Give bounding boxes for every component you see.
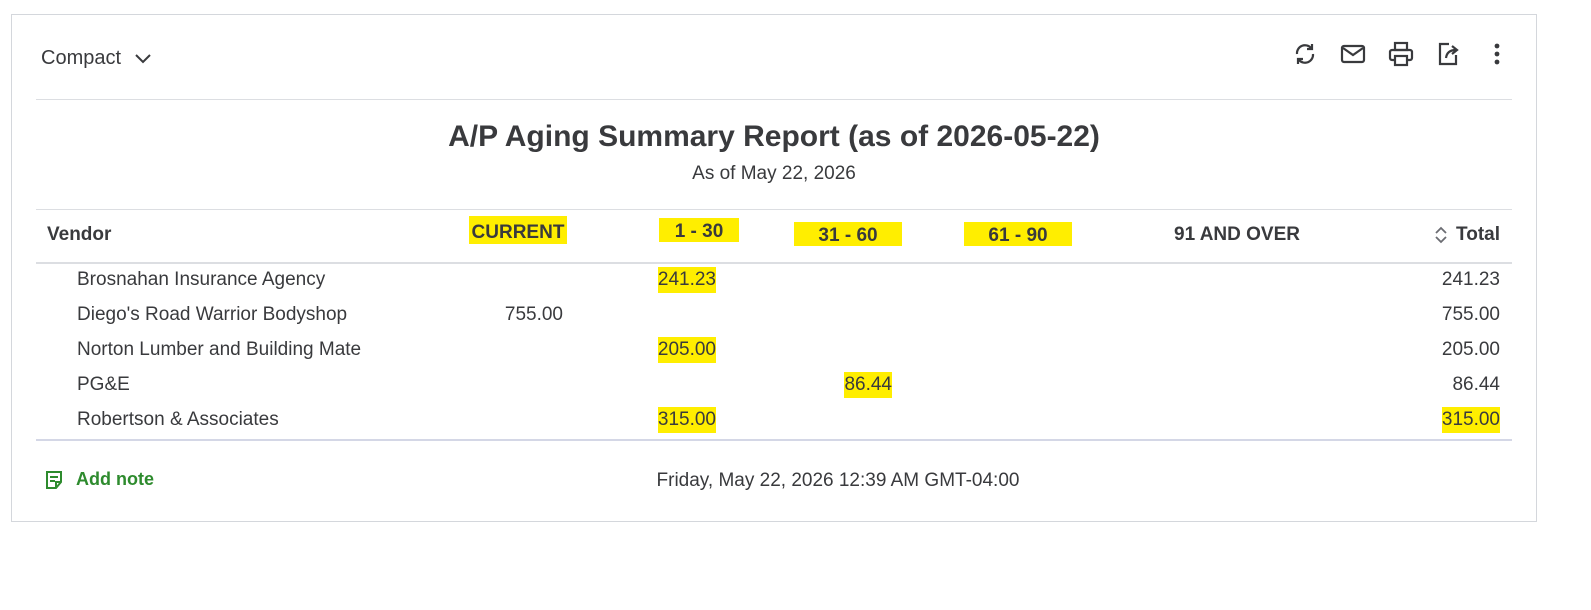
view-select-label: Compact xyxy=(41,46,122,69)
amount-1-30-cell[interactable]: 241.23 xyxy=(657,267,716,293)
report-toolbar: Compact xyxy=(12,15,1536,99)
report-title: A/P Aging Summary Report (as of 2026-05-… xyxy=(448,120,1100,153)
table-bottom-rule xyxy=(36,439,1512,441)
column-header-current[interactable]: CURRENT xyxy=(469,216,567,244)
column-header-91-and-over[interactable]: 91 AND OVER xyxy=(1174,222,1300,248)
column-header-total[interactable]: Total xyxy=(1434,222,1500,248)
amount-31-60-cell[interactable]: 86.44 xyxy=(844,372,892,398)
view-select-dropdown[interactable]: Compact xyxy=(41,44,153,72)
print-icon[interactable] xyxy=(1388,41,1414,67)
vendor-cell[interactable]: Brosnahan Insurance Agency xyxy=(77,267,325,293)
amount-1-30-cell[interactable]: 205.00 xyxy=(657,337,716,363)
vendor-cell[interactable]: Norton Lumber and Building Mate xyxy=(77,337,361,363)
report-card: Compact A/P Aging Summary Report (as of … xyxy=(11,14,1537,522)
vendor-cell[interactable]: Diego's Road Warrior Bodyshop xyxy=(77,302,347,328)
chevron-down-icon xyxy=(135,54,151,64)
table-row[interactable]: Brosnahan Insurance Agency 241.23 241.23 xyxy=(36,263,1512,298)
amount-total-cell[interactable]: 241.23 xyxy=(1442,267,1500,293)
amount-total-cell[interactable]: 315.00 xyxy=(1441,407,1500,433)
table-header: Vendor CURRENT 1 - 30 31 - 60 61 - 90 91… xyxy=(36,210,1512,264)
amount-total-cell[interactable]: 205.00 xyxy=(1442,337,1500,363)
column-header-vendor[interactable]: Vendor xyxy=(47,222,111,248)
report-subtitle: As of May 22, 2026 xyxy=(692,163,856,184)
amount-total-cell[interactable]: 86.44 xyxy=(1452,372,1500,398)
toolbar-actions xyxy=(1292,41,1510,67)
column-header-1-30[interactable]: 1 - 30 xyxy=(659,218,739,242)
more-icon[interactable] xyxy=(1484,41,1510,67)
column-header-31-60[interactable]: 31 - 60 xyxy=(794,222,902,246)
refresh-icon[interactable] xyxy=(1292,41,1318,67)
table-row[interactable]: Norton Lumber and Building Mate 205.00 2… xyxy=(36,333,1512,368)
table-row[interactable]: Robertson & Associates 315.00 315.00 xyxy=(36,403,1512,438)
toolbar-divider xyxy=(36,99,1512,100)
vendor-cell[interactable]: PG&E xyxy=(77,372,130,398)
table-row[interactable]: PG&E 86.44 86.44 xyxy=(36,368,1512,403)
column-header-61-90[interactable]: 61 - 90 xyxy=(964,222,1072,246)
export-icon[interactable] xyxy=(1436,41,1462,67)
amount-total-cell[interactable]: 755.00 xyxy=(1442,302,1500,328)
sort-icon[interactable] xyxy=(1434,226,1448,244)
report-timestamp: Friday, May 22, 2026 12:39 AM GMT-04:00 xyxy=(656,470,1020,491)
vendor-cell[interactable]: Robertson & Associates xyxy=(77,407,279,433)
table-row[interactable]: Diego's Road Warrior Bodyshop 755.00 755… xyxy=(36,298,1512,333)
amount-1-30-cell[interactable]: 315.00 xyxy=(657,407,716,433)
amount-current-cell[interactable]: 755.00 xyxy=(505,302,563,328)
email-icon[interactable] xyxy=(1340,41,1366,67)
column-header-total-label: Total xyxy=(1456,224,1500,245)
